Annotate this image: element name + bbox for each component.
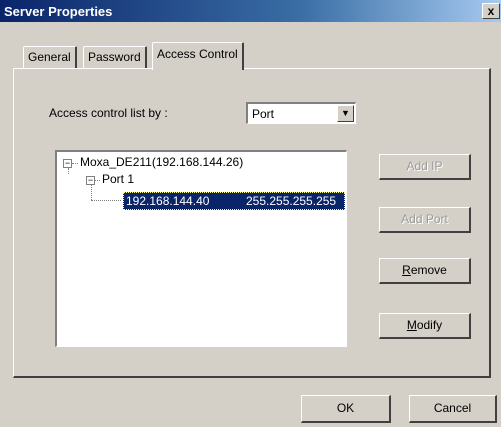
tab-access-control[interactable]: Access Control <box>152 42 244 70</box>
ok-button[interactable]: OK <box>301 395 391 423</box>
close-button[interactable]: x <box>482 3 500 19</box>
cancel-button[interactable]: Cancel <box>409 395 497 423</box>
title-bar: Server Properties x <box>0 0 501 22</box>
tab-panel <box>13 68 491 378</box>
tab-general[interactable]: General <box>23 46 77 68</box>
window-title: Server Properties <box>4 4 113 19</box>
tab-password[interactable]: Password <box>83 46 147 68</box>
